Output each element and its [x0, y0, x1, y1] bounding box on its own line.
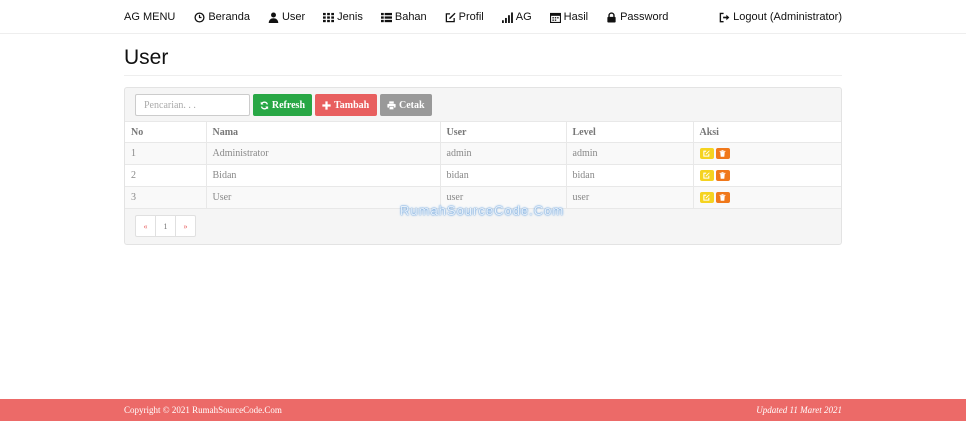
column-header-user[interactable]: User	[439, 121, 566, 143]
cell-aksi	[692, 142, 841, 165]
delete-button[interactable]	[715, 170, 730, 181]
print-icon	[387, 100, 396, 110]
list-icon	[380, 12, 392, 22]
trash-icon	[719, 172, 726, 179]
edit-button[interactable]	[699, 192, 714, 203]
watermark: RumahSourceCode.Com	[400, 203, 565, 218]
nav-item-label: Hasil	[563, 11, 589, 23]
search-input[interactable]	[135, 94, 250, 116]
row-actions	[699, 192, 836, 203]
trash-icon	[719, 150, 726, 157]
table-row: 1 Administrator admin admin	[125, 142, 841, 165]
cell-level: user	[565, 186, 693, 209]
plus-icon	[322, 100, 331, 110]
nav-item-hasil[interactable]: Hasil	[549, 11, 589, 23]
cell-aksi	[692, 164, 841, 187]
nav-item-label: User	[281, 11, 306, 23]
table-header-row: No Nama User Level Aksi	[125, 121, 841, 143]
nav-item-beranda[interactable]: Beranda	[194, 11, 250, 23]
edit-icon	[703, 172, 710, 179]
cell-no: 2	[125, 164, 206, 187]
logout-link[interactable]: Logout (Administrator)	[719, 11, 842, 23]
clock-icon	[194, 11, 205, 23]
navbar: AG MENU Beranda User Jenis Bahan Profil …	[0, 0, 966, 34]
logout-icon	[719, 12, 730, 22]
signal-icon	[501, 11, 513, 23]
footer-copyright: Copyright © 2021 RumahSourceCode.Com	[124, 405, 282, 415]
nav-item-label: AG	[515, 11, 532, 23]
nav-item-label: Profil	[458, 11, 484, 23]
edit-button[interactable]	[699, 148, 714, 159]
nav-item-label: Beranda	[208, 11, 250, 23]
edit-icon	[703, 194, 710, 201]
footer: Copyright © 2021 RumahSourceCode.Com Upd…	[0, 399, 966, 421]
pagination-next[interactable]: »	[175, 215, 196, 237]
column-header-no[interactable]: No	[125, 121, 206, 143]
nav-item-ag[interactable]: AG	[501, 11, 532, 23]
delete-button[interactable]	[715, 148, 730, 159]
column-header-aksi: Aksi	[692, 121, 841, 143]
refresh-icon	[260, 101, 269, 109]
user-table: No Nama User Level Aksi 1 Administrator …	[125, 121, 841, 209]
tambah-button[interactable]: Tambah	[315, 94, 377, 116]
cell-no: 1	[125, 142, 206, 165]
row-actions	[699, 170, 836, 181]
nav-item-profil[interactable]: Profil	[445, 11, 484, 23]
refresh-button[interactable]: Refresh	[253, 94, 312, 116]
pagination-prev[interactable]: «	[135, 215, 156, 237]
user-panel: Refresh Tambah Cetak No Nama User Level …	[124, 87, 842, 245]
cell-user: bidan	[439, 164, 566, 187]
edit-icon	[445, 12, 456, 22]
navbar-inner: AG MENU Beranda User Jenis Bahan Profil …	[124, 0, 842, 34]
edit-icon	[703, 150, 710, 157]
nav-item-label: Bahan	[394, 11, 427, 23]
nav-item-user[interactable]: User	[268, 11, 305, 23]
calendar-icon	[549, 12, 561, 23]
footer-updated: Updated 11 Maret 2021	[756, 405, 842, 415]
title-divider	[124, 75, 842, 76]
nav-item-password[interactable]: Password	[606, 11, 668, 23]
logout-label: Logout (Administrator)	[733, 11, 842, 23]
column-header-level[interactable]: Level	[565, 121, 693, 143]
user-icon	[268, 12, 279, 23]
table-row: 2 Bidan bidan bidan	[125, 164, 841, 187]
cell-aksi	[692, 186, 841, 209]
grid-icon	[323, 12, 335, 22]
cetak-button[interactable]: Cetak	[380, 94, 432, 116]
refresh-label: Refresh	[271, 99, 305, 111]
delete-button[interactable]	[715, 192, 730, 203]
cetak-label: Cetak	[399, 99, 425, 111]
trash-icon	[719, 194, 726, 201]
toolbar: Refresh Tambah Cetak	[135, 94, 435, 116]
nav-item-label: Password	[620, 11, 669, 23]
nav-item-bahan[interactable]: Bahan	[380, 11, 427, 23]
brand[interactable]: AG MENU	[124, 11, 175, 23]
row-actions	[699, 148, 836, 159]
cell-level: bidan	[565, 164, 693, 187]
pagination: « 1 »	[135, 215, 196, 237]
pagination-page-1[interactable]: 1	[155, 215, 176, 237]
cell-nama: Bidan	[205, 164, 440, 187]
cell-nama: Administrator	[205, 142, 440, 165]
nav-item-jenis[interactable]: Jenis	[323, 11, 363, 23]
cell-no: 3	[125, 186, 206, 209]
lock-icon	[607, 11, 616, 23]
column-header-nama[interactable]: Nama	[205, 121, 440, 143]
edit-button[interactable]	[699, 170, 714, 181]
cell-user: admin	[439, 142, 566, 165]
page-title: User	[124, 46, 169, 69]
nav-item-label: Jenis	[337, 11, 363, 23]
tambah-label: Tambah	[334, 99, 370, 111]
cell-level: admin	[565, 142, 693, 165]
